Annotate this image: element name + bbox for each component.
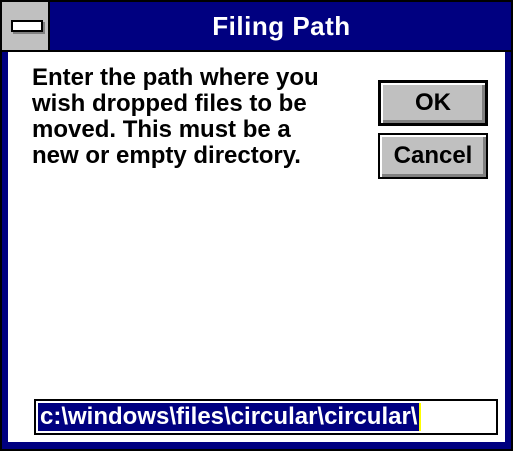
path-input[interactable]: c:\windows\files\circular\circular\ [34, 399, 498, 435]
instruction-line: wish dropped files to be [32, 90, 307, 117]
window-border-right[interactable] [505, 52, 511, 444]
cancel-button[interactable]: Cancel [378, 133, 488, 179]
path-input-selected-text[interactable]: c:\windows\files\circular\circular\ [38, 403, 420, 431]
window-title: Filing Path [212, 11, 351, 41]
system-menu-button[interactable] [2, 2, 50, 50]
title-bar[interactable]: Filing Path [2, 2, 511, 52]
instruction-text: Enter the path where you wish dropped fi… [32, 65, 372, 169]
instruction-line: new or empty directory. [32, 142, 301, 169]
instruction-line: moved. This must be a [32, 116, 291, 143]
window-border-bottom[interactable] [2, 442, 511, 449]
text-caret [419, 403, 421, 431]
window-border-left[interactable] [2, 52, 8, 444]
instruction-line: Enter the path where you [32, 64, 319, 91]
filing-path-dialog: Filing Path Enter the path where you wis… [0, 0, 520, 455]
system-menu-bar-icon [11, 20, 43, 32]
ok-button[interactable]: OK [378, 80, 488, 126]
